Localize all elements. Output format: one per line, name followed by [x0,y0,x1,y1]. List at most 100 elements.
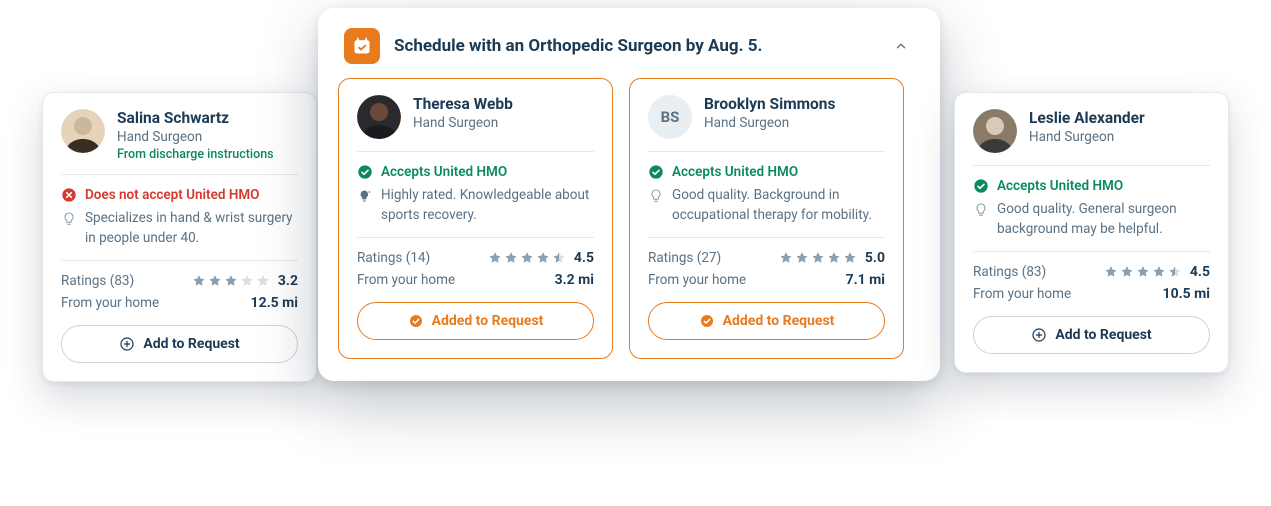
distance-row: From your home 10.5 mi [973,286,1210,316]
lightbulb-icon [648,188,664,204]
star-rating [1104,265,1182,279]
star-rating [192,274,270,288]
ratings-row: Ratings (83) 4.5 [973,252,1210,286]
distance-row: From your home 3.2 mi [357,272,594,302]
ratings-label: Ratings (83) [61,273,134,289]
collapse-button[interactable] [888,33,914,59]
insurance-row: Accepts United HMO [973,166,1210,200]
card-header: BS Brooklyn Simmons Hand Surgeon [648,95,885,152]
add-to-request-button[interactable]: Add to Request [973,316,1210,354]
button-label: Add to Request [1055,327,1151,343]
chevron-up-icon [894,39,908,53]
description-row: Good quality. Background in occupational… [648,186,885,238]
star-icon [779,251,793,265]
star-icon [504,251,518,265]
ratings-label: Ratings (83) [973,264,1046,280]
added-to-request-button[interactable]: Added to Request [357,302,594,340]
star-icon [224,274,238,288]
check-circle-icon [973,178,989,194]
provider-role: Hand Surgeon [117,129,274,145]
provider-card: Leslie Alexander Hand Surgeon Accepts Un… [954,92,1229,373]
check-badge-icon [408,313,424,329]
provider-description: Specializes in hand & wrist surgery in p… [85,209,298,248]
add-to-request-button[interactable]: Add to Request [61,325,298,363]
distance-label: From your home [973,286,1071,302]
insurance-row: Accepts United HMO [357,152,594,186]
star-icon [520,251,534,265]
provider-card: BS Brooklyn Simmons Hand Surgeon Accepts… [629,78,904,359]
lightbulb-icon [973,202,989,218]
x-circle-icon [61,187,77,203]
distance-value: 7.1 mi [846,272,885,288]
ratings-row: Ratings (83) 3.2 [61,261,298,295]
panel-header: Schedule with an Orthopedic Surgeon by A… [338,26,920,78]
star-icon [827,251,841,265]
distance-row: From your home 12.5 mi [61,295,298,325]
rating-score: 4.5 [1190,264,1210,280]
panel-title: Schedule with an Orthopedic Surgeon by A… [394,35,874,58]
insurance-row: Does not accept United HMO [61,175,298,209]
avatar [357,95,401,139]
button-label: Added to Request [432,313,544,329]
card-header: Leslie Alexander Hand Surgeon [973,109,1210,166]
provider-name: Brooklyn Simmons [704,95,835,113]
rating-score: 5.0 [865,250,885,266]
schedule-panel: Schedule with an Orthopedic Surgeon by A… [318,8,940,381]
insurance-row: Accepts United HMO [648,152,885,186]
provider-card: Salina Schwartz Hand Surgeon From discha… [42,92,317,382]
provider-source: From discharge instructions [117,147,274,162]
provider-name: Leslie Alexander [1029,109,1145,127]
distance-value: 10.5 mi [1163,286,1210,302]
provider-name: Theresa Webb [413,95,513,113]
star-icon [843,251,857,265]
avatar [61,109,105,153]
insurance-status: Accepts United HMO [381,164,507,180]
provider-description: Good quality. Background in occupational… [672,186,885,225]
card-header: Theresa Webb Hand Surgeon [357,95,594,152]
ratings-label: Ratings (14) [357,250,430,266]
description-row: Highly rated. Knowledgeable about sports… [357,186,594,238]
card-header: Salina Schwartz Hand Surgeon From discha… [61,109,298,175]
provider-role: Hand Surgeon [413,115,513,131]
provider-description: Good quality. General surgeon background… [997,200,1210,239]
provider-name: Salina Schwartz [117,109,274,127]
avatar [973,109,1017,153]
button-label: Add to Request [143,336,239,352]
star-icon [488,251,502,265]
star-icon [240,274,254,288]
insurance-status: Accepts United HMO [997,178,1123,194]
star-icon [256,274,270,288]
star-icon [1152,265,1166,279]
provider-card: Theresa Webb Hand Surgeon Accepts United… [338,78,613,359]
star-icon [536,251,550,265]
distance-value: 12.5 mi [251,295,298,311]
star-icon [1168,265,1182,279]
distance-value: 3.2 mi [555,272,594,288]
lightbulb-sparkle-icon [357,188,373,204]
provider-role: Hand Surgeon [1029,129,1145,145]
star-icon [795,251,809,265]
distance-label: From your home [61,295,159,311]
star-icon [208,274,222,288]
lightbulb-icon [61,211,77,227]
added-to-request-button[interactable]: Added to Request [648,302,885,340]
calendar-check-icon [344,28,380,64]
insurance-status: Accepts United HMO [672,164,798,180]
ratings-row: Ratings (27) 5.0 [648,238,885,272]
provider-role: Hand Surgeon [704,115,835,131]
provider-description: Highly rated. Knowledgeable about sports… [381,186,594,225]
distance-row: From your home 7.1 mi [648,272,885,302]
star-icon [192,274,206,288]
description-row: Specializes in hand & wrist surgery in p… [61,209,298,261]
rating-score: 4.5 [574,250,594,266]
check-circle-icon [648,164,664,180]
star-icon [1136,265,1150,279]
check-circle-icon [357,164,373,180]
distance-label: From your home [357,272,455,288]
description-row: Good quality. General surgeon background… [973,200,1210,252]
avatar-initials: BS [648,95,692,139]
star-icon [1120,265,1134,279]
ratings-row: Ratings (14) 4.5 [357,238,594,272]
rating-score: 3.2 [278,273,298,289]
star-rating [779,251,857,265]
